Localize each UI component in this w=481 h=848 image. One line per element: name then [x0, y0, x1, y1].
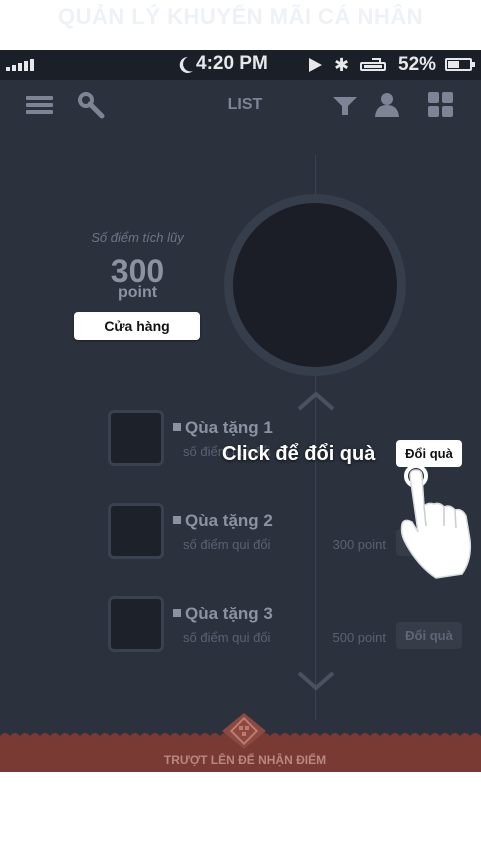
bluetooth-icon: ✱	[334, 55, 350, 75]
gift-thumbnail	[108, 410, 164, 466]
hand-pointer-icon	[400, 464, 472, 579]
gift-name: Qùa tặng 1	[173, 418, 273, 438]
gift-name: Qùa tặng 3	[173, 604, 273, 624]
gift-item[interactable]: Qùa tặng 3 số điểm qui đổi 500 point Đổi…	[0, 596, 481, 656]
chevron-down-icon[interactable]	[296, 670, 336, 692]
gift-exchange-label: số điểm qui đổi	[183, 537, 271, 552]
gift-point: 500 point	[332, 630, 387, 645]
status-bar: 4:20 PM ✱ 52%	[0, 50, 481, 80]
gift-point: 300 point	[332, 537, 387, 552]
hint-text: Click để đổi quà	[222, 443, 376, 465]
gift-thumbnail	[108, 596, 164, 652]
signal-icon	[6, 59, 36, 71]
chevron-up-icon[interactable]	[296, 390, 336, 412]
sync-icon	[360, 58, 386, 71]
nav-title: LIST	[227, 96, 263, 113]
moon-icon	[179, 56, 193, 73]
status-time: 4:20 PM	[196, 53, 268, 74]
store-button[interactable]: Cửa hàng	[74, 312, 200, 340]
points-circle	[224, 194, 406, 376]
user-icon[interactable]	[372, 91, 402, 119]
nav-bar: LIST	[0, 80, 481, 130]
gift-name: Qùa tặng 2	[173, 511, 273, 531]
gift-thumbnail	[108, 503, 164, 559]
battery-percent: 52%	[398, 54, 437, 75]
points-unit: point	[117, 284, 158, 301]
slide-up-label: TRƯỢT LÊN ĐỂ NHẬN ĐIỂM	[163, 753, 327, 767]
grid-icon[interactable]	[426, 91, 456, 119]
gift-exchange-label: số điểm qui đổi	[183, 630, 271, 645]
page-title: QUẢN LÝ KHUYẾN MÃI CÁ NHÂN	[58, 4, 423, 29]
qr-code-icon	[222, 713, 266, 749]
phone-screen: 4:20 PM ✱ 52% LIST Số điểm tích lũy 300 …	[0, 50, 481, 772]
redeem-button[interactable]: Đổi quà	[396, 622, 462, 649]
filter-icon[interactable]	[330, 91, 360, 119]
battery-icon	[445, 58, 475, 71]
points-label: Số điểm tích lũy	[91, 230, 184, 245]
play-icon	[309, 58, 322, 72]
